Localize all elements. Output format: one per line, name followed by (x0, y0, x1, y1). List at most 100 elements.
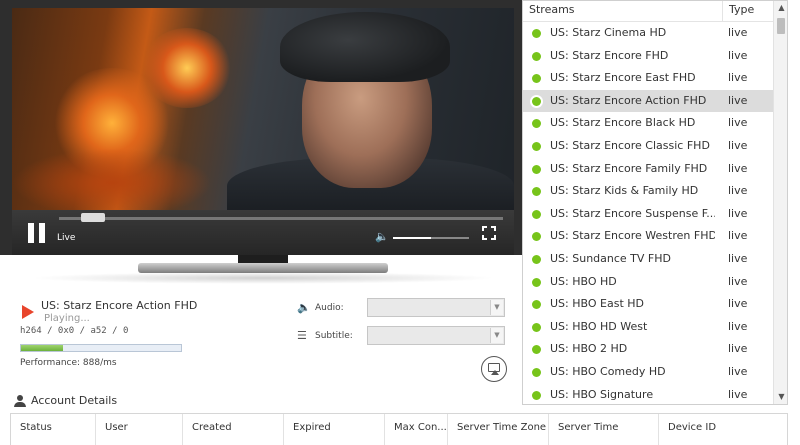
list-item[interactable]: US: Starz Encore Action FHD live (523, 89, 773, 113)
stream-name: US: HBO 2 HD (550, 342, 628, 356)
seek-handle[interactable] (81, 213, 106, 222)
list-item[interactable]: US: Starz Encore FHD live (523, 45, 773, 68)
status-dot-icon (532, 367, 541, 377)
status-dot-icon (532, 232, 541, 242)
tv-neck (238, 255, 288, 263)
list-item[interactable]: US: Sundance TV FHD live (523, 248, 773, 271)
stream-type: live (728, 48, 748, 62)
stream-type: live (728, 387, 748, 401)
stream-name: US: Starz Encore East FHD (550, 71, 696, 85)
stream-type: live (728, 274, 748, 288)
scroll-down-icon[interactable]: ▼ (774, 390, 787, 404)
column-header[interactable]: Created (183, 414, 284, 445)
column-header[interactable]: Server Time Zone (448, 414, 549, 445)
stream-type: live (728, 71, 748, 85)
stream-type: live (728, 161, 748, 175)
status-dot-icon (532, 74, 541, 84)
pause-icon (28, 223, 34, 243)
status-dot-icon (532, 164, 541, 174)
stream-type: live (728, 184, 748, 198)
list-item[interactable]: US: HBO HD West live (523, 316, 773, 339)
subtitle-select[interactable]: ▼ (367, 326, 505, 345)
stream-name: US: Starz Encore FHD (550, 48, 669, 62)
list-item[interactable]: US: Starz Encore Suspense F... live (523, 203, 773, 226)
stream-name: US: Starz Kids & Family HD (550, 184, 699, 198)
streams-list: Streams Type US: Starz Cinema HD live US: … (522, 0, 788, 405)
status-dot-icon (532, 254, 541, 264)
stream-name: US: HBO HD West (550, 319, 648, 333)
stream-name: US: Sundance TV FHD (550, 251, 671, 265)
column-header-streams[interactable]: Streams (529, 3, 575, 16)
list-item[interactable]: US: HBO Signature live (523, 384, 773, 405)
status-dot-icon (532, 277, 541, 287)
column-header[interactable]: Expired (284, 414, 385, 445)
pause-icon (39, 223, 45, 243)
video-scene-fire (12, 148, 212, 210)
speaker-icon: 🔈 (297, 301, 311, 314)
column-header[interactable]: Server Time (549, 414, 659, 445)
performance-fill (21, 345, 63, 351)
play-icon (22, 305, 34, 319)
audio-option: 🔈 Audio: ▼ (297, 298, 507, 318)
status-dot-icon (532, 187, 541, 197)
stream-name: US: Starz Encore Suspense F... (550, 206, 715, 220)
list-item[interactable]: US: Starz Encore Classic FHD live (523, 135, 773, 158)
audio-label: Audio: (315, 303, 344, 313)
stream-type: live (728, 116, 748, 130)
status-dot-icon (532, 209, 541, 219)
column-header[interactable]: Status (11, 414, 96, 445)
list-item[interactable]: US: HBO East HD live (523, 293, 773, 316)
volume-slider[interactable] (393, 237, 469, 239)
now-playing-panel: US: Starz Encore Action FHD Playing... h… (20, 299, 270, 374)
list-item[interactable]: US: Starz Encore Westren FHD live (523, 225, 773, 248)
video-scene-person (280, 12, 450, 82)
status-dot-icon (532, 345, 541, 355)
stream-name: US: Starz Encore Black HD (550, 116, 696, 130)
list-item[interactable]: US: HBO Comedy HD live (523, 361, 773, 384)
video-frame[interactable] (12, 8, 514, 210)
account-table: Status User Created Expired Max Con... S… (10, 413, 788, 445)
now-playing-status: Playing... (44, 313, 90, 324)
status-dot-icon (532, 390, 541, 400)
stream-name: US: Starz Encore Family FHD (550, 161, 708, 175)
column-header[interactable]: User (96, 414, 183, 445)
list-item[interactable]: US: Starz Encore Black HD live (523, 112, 773, 135)
pause-button[interactable] (27, 223, 47, 243)
tv-shadow (30, 272, 496, 284)
audio-select[interactable]: ▼ (367, 298, 505, 317)
seek-bar[interactable] (59, 217, 503, 220)
stream-type: live (728, 251, 748, 265)
list-item[interactable]: US: HBO 2 HD live (523, 338, 773, 361)
list-item[interactable]: US: Starz Encore East FHD live (523, 67, 773, 90)
list-item[interactable]: US: Starz Kids & Family HD live (523, 180, 773, 203)
stream-type: live (728, 93, 748, 107)
stream-type: live (728, 229, 748, 243)
list-item[interactable]: US: HBO HD live (523, 271, 773, 294)
stream-type: live (728, 138, 748, 152)
column-header[interactable]: Device ID (659, 414, 788, 445)
now-playing-title: US: Starz Encore Action FHD (41, 299, 198, 312)
scrollbar[interactable]: ▲ ▼ (773, 1, 787, 404)
list-item[interactable]: US: Starz Encore Family FHD live (523, 158, 773, 181)
stream-name: US: Starz Encore Westren FHD (550, 229, 715, 243)
chevron-down-icon[interactable]: ▼ (490, 300, 503, 315)
live-label: Live (57, 233, 76, 243)
scroll-up-icon[interactable]: ▲ (774, 1, 787, 15)
cast-icon[interactable] (481, 356, 507, 382)
status-dot-icon (532, 29, 541, 38)
streams-header: Streams Type (523, 1, 773, 22)
stream-type: live (728, 342, 748, 356)
volume-icon[interactable]: 🔈 (375, 230, 389, 243)
status-dot-icon (532, 322, 541, 332)
chevron-down-icon[interactable]: ▼ (490, 328, 503, 343)
status-dot-icon (532, 141, 541, 151)
status-dot-icon (532, 300, 541, 310)
fullscreen-icon[interactable] (482, 226, 496, 240)
stream-name: US: Starz Encore Classic FHD (550, 138, 710, 152)
column-header-type[interactable]: Type (729, 3, 754, 16)
stream-type: live (728, 206, 748, 220)
scrollbar-thumb[interactable] (777, 18, 785, 34)
list-item[interactable]: US: Starz Cinema HD live (523, 22, 773, 45)
column-header[interactable]: Max Con... (385, 414, 448, 445)
subtitle-label: Subtitle: (315, 331, 353, 341)
